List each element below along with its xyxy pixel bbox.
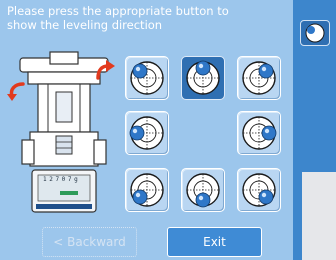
side-panel-gray [302,172,336,260]
level-bubble-icon [186,173,220,208]
exit-button[interactable]: Exit [167,227,262,257]
level-bubble-icon [130,173,164,207]
level-button-left[interactable] [125,111,169,155]
rotate-left-arrow-icon [7,82,25,101]
level-button-top-left[interactable] [125,56,169,100]
level-bubble-icon [129,116,164,150]
leveling-dialog: Please press the appropriate button to s… [0,0,293,260]
backward-button[interactable]: < Backward [42,227,137,257]
level-button-top[interactable] [181,56,225,100]
instruction-text: Please press the appropriate button to s… [7,4,229,32]
level-button-bottom-left[interactable] [125,168,169,212]
level-button-bottom-right[interactable] [237,168,281,212]
terminal-display-value: 1 2 7 0 7 g [43,176,78,183]
level-bubble-icon [242,116,277,150]
level-bubble-icon [242,173,276,207]
balance-icon-button[interactable] [300,20,330,46]
rotate-right-arrow-icon [96,60,115,80]
level-bubble-icon [305,23,325,43]
level-bubble-icon [130,61,164,95]
level-bubble-icon [242,61,276,95]
level-button-bottom[interactable] [181,168,225,212]
level-button-top-right[interactable] [237,56,281,100]
level-bubble-icon [186,60,220,95]
level-button-right[interactable] [237,111,281,155]
